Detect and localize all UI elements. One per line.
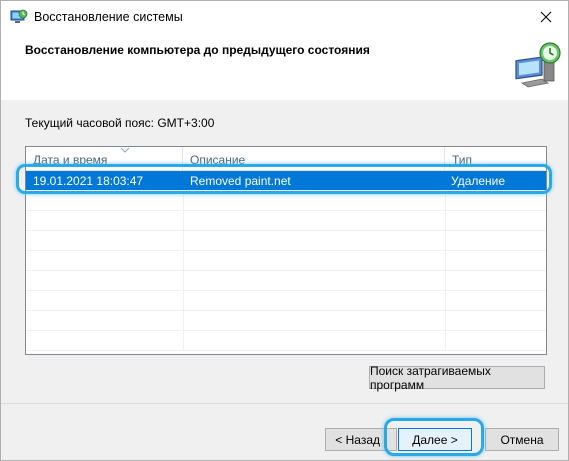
- system-restore-icon: [10, 9, 28, 23]
- table-row[interactable]: 19.01.2021 18:03:47 Removed paint.net Уд…: [26, 171, 546, 191]
- back-button[interactable]: < Назад: [325, 428, 397, 451]
- timezone-label: Текущий часовой пояс: GMT+3:00: [25, 116, 215, 130]
- window-title: Восстановление системы: [34, 10, 183, 24]
- column-description[interactable]: Описание: [183, 147, 445, 171]
- page-title: Восстановление компьютера до предыдущего…: [25, 43, 370, 57]
- empty-row: [26, 251, 546, 271]
- close-button[interactable]: [524, 1, 568, 33]
- footer-divider: [1, 403, 568, 404]
- row-description: Removed paint.net: [190, 174, 291, 188]
- column-type[interactable]: Тип: [445, 147, 546, 171]
- wizard-header: Восстановление компьютера до предыдущего…: [1, 34, 568, 100]
- empty-row: [26, 191, 546, 211]
- restore-points-list[interactable]: Дата и время Описание Тип 19.01.2021 18:…: [25, 146, 547, 355]
- cancel-button[interactable]: Отмена: [485, 428, 559, 451]
- close-icon: [540, 11, 552, 23]
- row-type: Удаление: [451, 174, 506, 188]
- row-date: 19.01.2021 18:03:47: [33, 174, 144, 188]
- title-bar[interactable]: Восстановление системы: [1, 1, 568, 34]
- system-restore-window: Восстановление системы Восстановление ко…: [0, 0, 569, 461]
- list-body: 19.01.2021 18:03:47 Removed paint.net Уд…: [26, 171, 546, 351]
- column-description-label: Описание: [190, 153, 246, 167]
- list-header: Дата и время Описание Тип: [26, 147, 546, 171]
- column-date[interactable]: Дата и время: [26, 147, 183, 171]
- column-date-label: Дата и время: [33, 153, 108, 167]
- empty-row: [26, 231, 546, 251]
- scan-affected-programs-button[interactable]: Поиск затрагиваемых программ: [369, 364, 545, 392]
- empty-row: [26, 311, 546, 331]
- empty-row: [26, 211, 546, 231]
- empty-row: [26, 331, 546, 351]
- empty-row: [26, 291, 546, 311]
- column-type-label: Тип: [452, 153, 473, 167]
- restore-computer-icon: [515, 42, 561, 88]
- empty-row: [26, 271, 546, 291]
- sort-arrow-icon: [120, 147, 130, 153]
- next-button[interactable]: Далее >: [398, 428, 472, 451]
